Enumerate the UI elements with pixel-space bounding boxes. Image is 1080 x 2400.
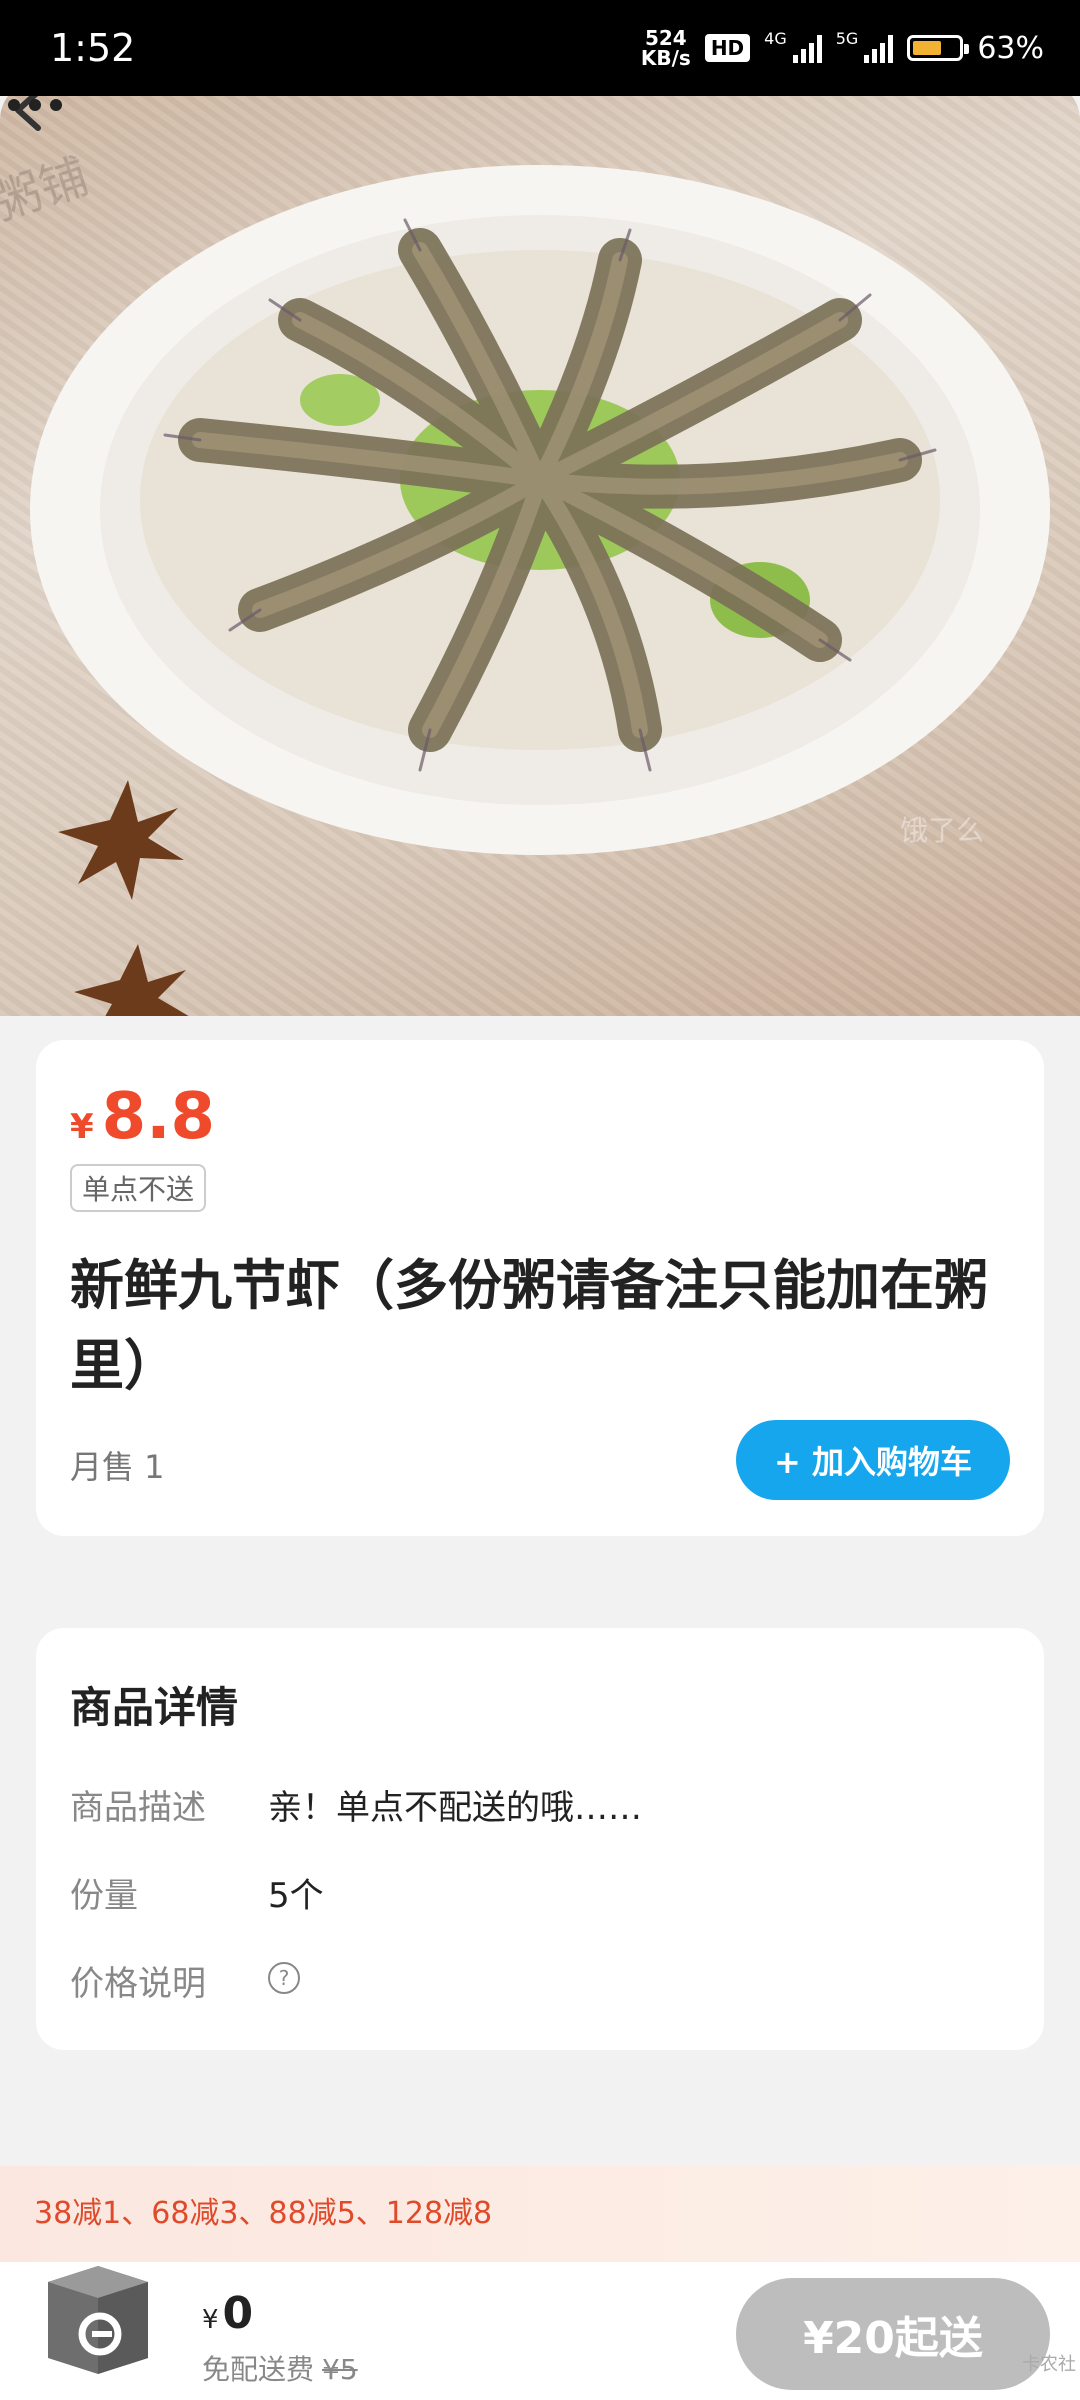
detail-row-description: 商品描述 亲！单点不配送的哦…… <box>70 1780 642 1829</box>
total-value: 0 <box>222 2288 254 2339</box>
status-icons: 524 KB/s HD 4G 5G 63% <box>641 28 1044 68</box>
corner-watermark: 卡农社 <box>1022 2354 1076 2375</box>
discount-promo: 38减1、68减3、88减5、128减8 <box>0 2166 1080 2262</box>
product-info-card: ¥ 8.8 单点不送 新鲜九节虾（多份粥请备注只能加在粥里） 月售 1 + 加入… <box>36 1040 1044 1536</box>
hd-icon: HD <box>704 34 751 62</box>
net-label-4g: 4G <box>764 28 787 48</box>
add-to-cart-button[interactable]: + 加入购物车 <box>736 1420 1010 1500</box>
detail-key: 价格说明 <box>70 1964 206 2004</box>
delivery-fee: 免配送费 ¥5 <box>202 2348 358 2388</box>
product-image[interactable]: 粥铺 饿了么 <box>0 80 1080 1016</box>
cart-bar: ¥ 0 免配送费 ¥5 ¥20起送 卡农社 <box>0 2262 1080 2400</box>
cart-box-icon[interactable] <box>34 2252 162 2380</box>
product-title: 新鲜九节虾（多份粥请备注只能加在粥里） <box>70 1254 988 1397</box>
detail-key: 份量 <box>70 1876 138 1916</box>
detail-value: 5个 <box>268 1876 324 1916</box>
details-heading: 商品详情 <box>70 1683 239 1732</box>
price-currency: ¥ <box>70 1107 94 1147</box>
detail-row-price-note: 价格说明 ? <box>70 1956 300 2005</box>
signal-icon-2 <box>864 33 894 63</box>
battery-icon <box>907 35 970 61</box>
min-order-checkout-button[interactable]: ¥20起送 <box>736 2278 1050 2390</box>
product-price: ¥ 8.8 <box>70 1080 215 1154</box>
status-time: 1:52 <box>50 26 136 70</box>
detail-key: 商品描述 <box>70 1788 206 1828</box>
net-label-5g: 5G <box>835 28 859 48</box>
signal-icon <box>792 33 822 63</box>
shrimp-plate-photo: 粥铺 饿了么 <box>0 148 1050 1016</box>
svg-text:饿了么: 饿了么 <box>900 814 984 847</box>
cart-total: ¥ 0 <box>202 2288 253 2339</box>
help-icon[interactable]: ? <box>268 1962 300 1994</box>
delivery-fee-original: ¥5 <box>322 2353 358 2386</box>
no-single-delivery-tag: 单点不送 <box>70 1164 207 1212</box>
delivery-fee-label: 免配送费 <box>202 2353 315 2386</box>
detail-value: 亲！单点不配送的哦…… <box>268 1788 642 1828</box>
svg-text:粥铺: 粥铺 <box>0 148 95 231</box>
product-details-card: 商品详情 商品描述 亲！单点不配送的哦…… 份量 5个 价格说明 ? <box>36 1628 1044 2050</box>
monthly-sales: 月售 1 <box>70 1448 165 1486</box>
battery-percent: 63% <box>977 30 1044 66</box>
total-currency: ¥ <box>202 2305 219 2335</box>
price-value: 8.8 <box>101 1080 216 1154</box>
status-bar: 1:52 524 KB/s HD 4G 5G 63% <box>0 0 1080 96</box>
detail-row-portion: 份量 5个 <box>70 1868 324 1917</box>
network-speed: 524 KB/s <box>640 26 691 70</box>
